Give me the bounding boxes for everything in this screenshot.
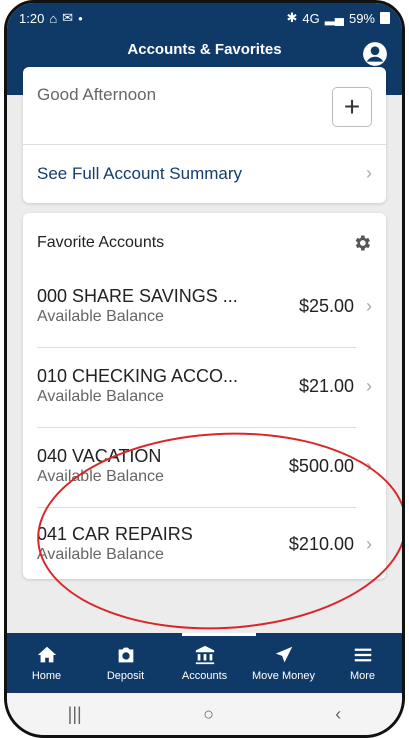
network-label: 4G [302,10,320,26]
tab-home[interactable]: Home [11,644,83,682]
battery-label: 59% [348,10,375,26]
account-row-car-repairs[interactable]: 041 CAR REPAIRS Available Balance $210.0… [37,509,372,579]
account-row-share-savings[interactable]: 000 SHARE SAVINGS ... Available Balance … [37,271,372,341]
account-balance: $21.00 [298,375,354,396]
account-sub: Available Balance [37,546,164,563]
camera-icon [118,647,133,663]
menu-icon [354,648,371,662]
add-button[interactable]: + [332,87,372,127]
battery-icon [380,12,390,24]
home-icon [37,646,56,663]
account-balance: $25.00 [298,295,354,316]
page-title: Accounts & Favorites [127,40,282,58]
tab-label: More [349,670,376,682]
account-name: 041 CAR REPAIRS [37,524,193,544]
tab-more[interactable]: More [327,644,399,682]
account-name: 000 SHARE SAVINGS ... [37,286,238,306]
system-nav-bar: ||| ○ ‹ [7,693,402,735]
row-divider [37,427,356,428]
main-content: Good Afternoon + See Full Account Summar… [7,67,402,643]
back-icon[interactable]: ‹ [335,704,341,725]
account-row-vacation[interactable]: 040 VACATION Available Balance $500.00 › [37,431,372,501]
full-summary-label: See Full Account Summary [37,163,243,183]
tab-label: Move Money [252,670,315,682]
tab-label: Home [31,670,62,682]
greeting-card: Good Afternoon + See Full Account Summar… [23,67,386,203]
favorite-accounts-card: Favorite Accounts 000 SHARE SAVINGS ... … [23,213,386,579]
row-divider [37,507,356,508]
recent-apps-icon[interactable]: ||| [68,704,82,725]
account-balance: $210.00 [288,533,354,554]
status-bar: 1:20 ⌂ ✉ • ✱ 4G ▂▄ 59% [7,3,402,33]
bluetooth-icon: ✱ [286,10,298,25]
account-balance: $500.00 [288,455,354,476]
chevron-right-icon: › [366,533,372,554]
chevron-right-icon: › [366,375,372,396]
tab-move-money[interactable]: Move Money [248,644,320,682]
home-button-icon[interactable]: ○ [203,704,214,725]
chevron-right-icon: › [366,455,372,476]
active-tab-indicator [182,633,256,636]
notification-icon: ✉ [62,10,74,25]
account-sub: Available Balance [37,388,164,405]
row-divider [37,347,356,348]
signal-icon: ▂▄ [324,10,344,25]
status-time: 1:20 [19,10,45,26]
chevron-right-icon: › [366,295,372,316]
account-name: 010 CHECKING ACCO... [37,366,239,386]
home-status-icon: ⌂ [49,10,58,26]
account-sub: Available Balance [37,468,164,485]
tab-accounts[interactable]: Accounts [169,644,241,682]
favorites-title: Favorite Accounts [37,234,165,251]
favorites-header: Favorite Accounts [37,231,372,255]
account-sub: Available Balance [37,308,164,325]
gear-icon[interactable] [352,233,372,253]
bank-icon [195,645,214,665]
phone-frame: 1:20 ⌂ ✉ • ✱ 4G ▂▄ 59% Accounts & Favori… [4,0,405,738]
person-circle-icon[interactable] [362,41,388,67]
tab-label: Accounts [181,670,228,682]
chevron-right-icon: › [366,163,372,183]
full-summary-link[interactable]: See Full Account Summary › [37,144,372,203]
dot-icon: • [78,10,83,26]
account-row-checking[interactable]: 010 CHECKING ACCO... Available Balance $… [37,351,372,421]
account-name: 040 VACATION [37,446,162,466]
bottom-tab-bar: Home Deposit Accounts Move Money More [7,633,402,693]
greeting-text: Good Afternoon [37,85,157,104]
tab-label: Deposit [106,670,145,682]
arrow-icon [275,646,292,663]
tab-deposit[interactable]: Deposit [90,644,162,682]
